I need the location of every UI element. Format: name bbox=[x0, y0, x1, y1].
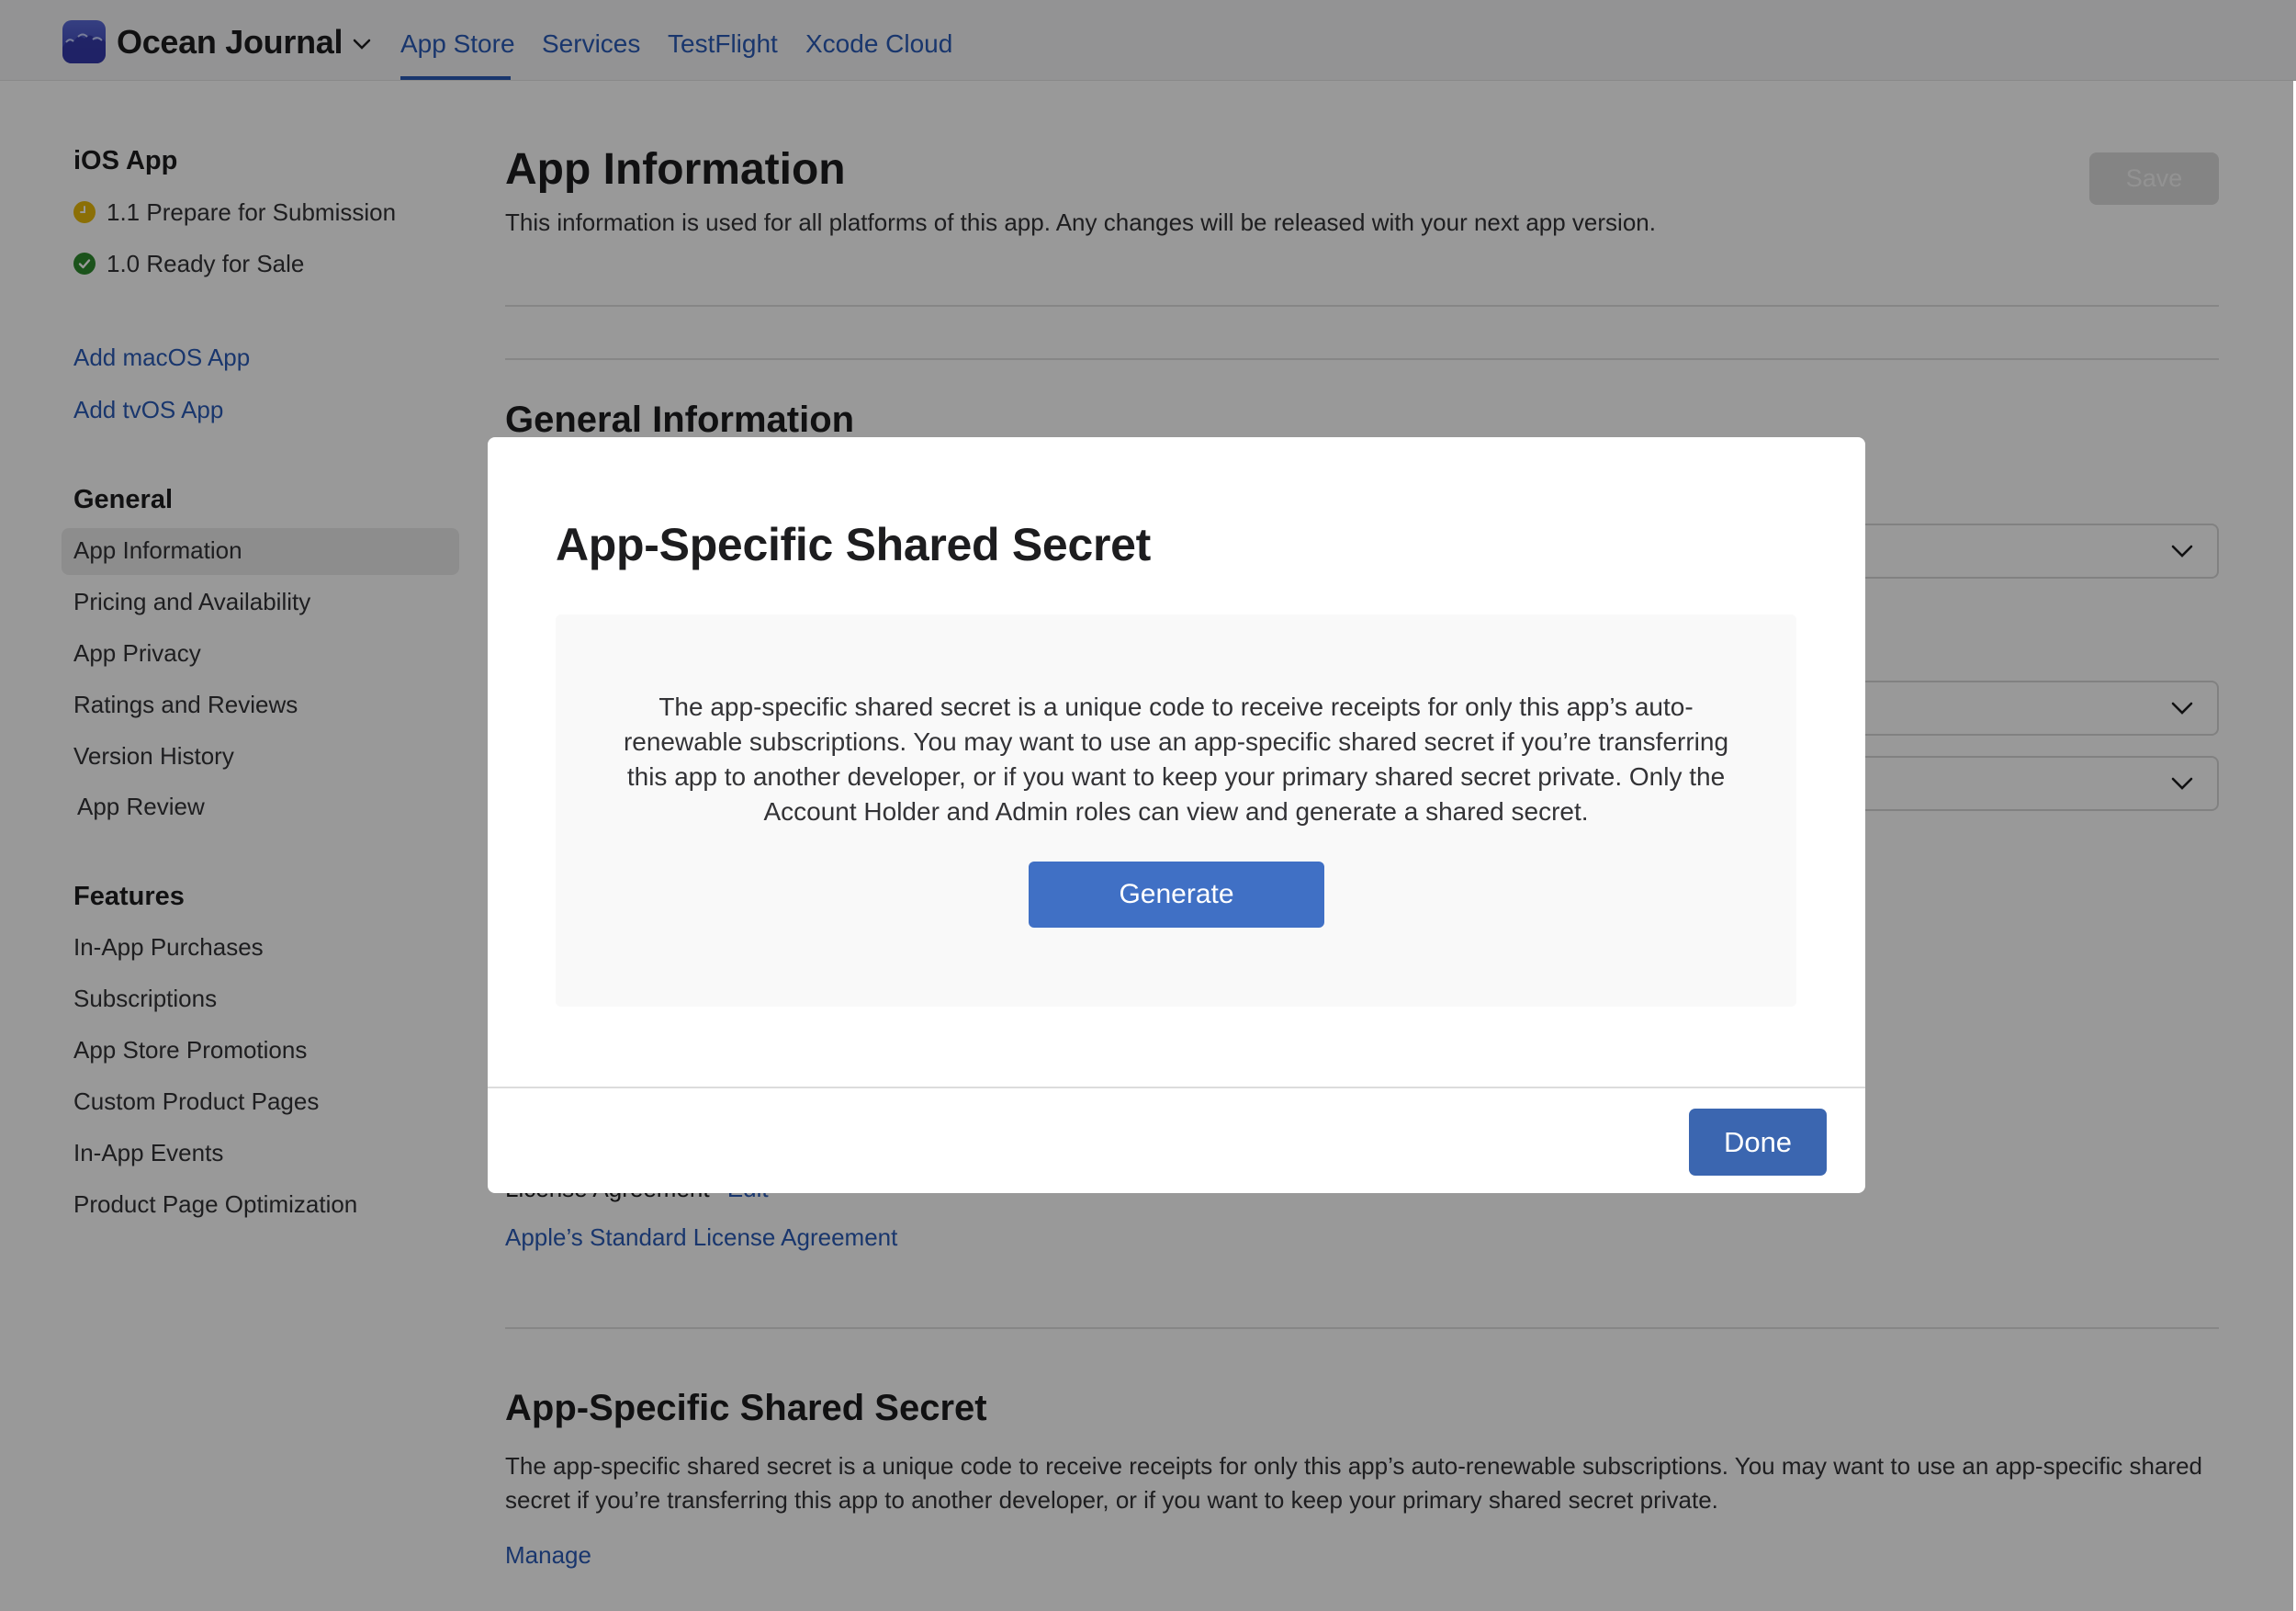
modal-description: The app-specific shared secret is a uniq… bbox=[623, 693, 1729, 826]
modal-footer-divider bbox=[488, 1087, 1865, 1088]
modal-content-panel: The app-specific shared secret is a uniq… bbox=[556, 614, 1796, 1007]
shared-secret-modal: App-Specific Shared Secret The app-speci… bbox=[488, 437, 1865, 1193]
generate-button[interactable]: Generate bbox=[1029, 862, 1324, 928]
modal-title: App-Specific Shared Secret bbox=[556, 519, 1151, 570]
done-button[interactable]: Done bbox=[1689, 1109, 1827, 1176]
